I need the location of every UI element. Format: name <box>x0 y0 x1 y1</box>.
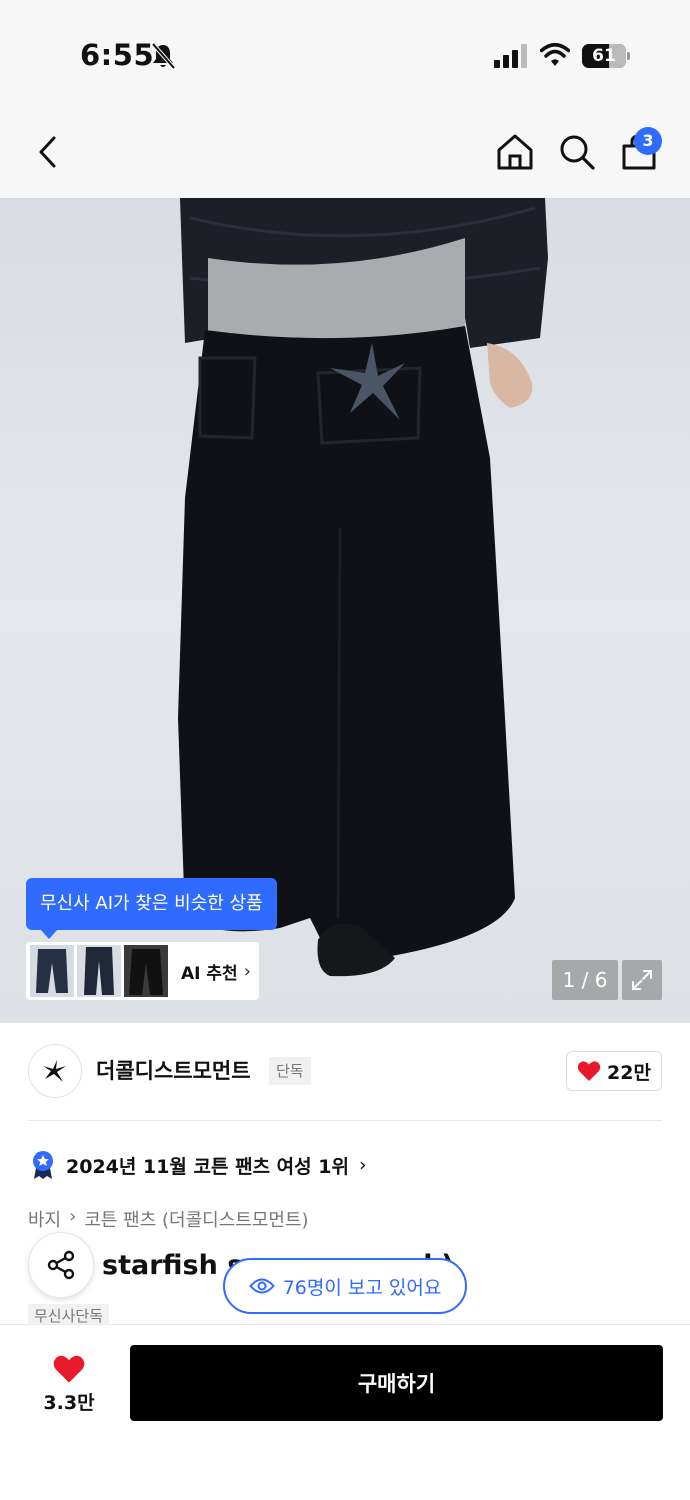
ranking-link[interactable]: 2024년 11월 코튼 팬츠 여성 1위 › <box>30 1149 367 1181</box>
battery-indicator: 61 <box>582 44 630 68</box>
heart-icon <box>577 1061 601 1081</box>
expand-icon <box>632 970 652 990</box>
similar-item-thumbnail[interactable] <box>124 945 168 997</box>
breadcrumb: 바지 › 코튼 팬츠 (더콜디스트모먼트) <box>28 1206 309 1232</box>
brand-logo[interactable] <box>28 1044 82 1098</box>
chevron-right-icon: › <box>358 1154 367 1176</box>
ai-similar-tooltip[interactable]: 무신사 AI가 찾은 비슷한 상품 <box>26 878 277 939</box>
back-button[interactable] <box>22 127 72 177</box>
brand-name[interactable]: 더콜디스트모먼트 <box>96 1055 251 1085</box>
signal-icon <box>494 44 527 68</box>
divider <box>28 1120 662 1121</box>
image-page-indicator: 1 / 6 <box>552 960 618 1000</box>
brand-like-button[interactable]: 22만 <box>566 1051 662 1091</box>
breadcrumb-subcategory[interactable]: 코튼 팬츠 (더콜디스트모먼트) <box>84 1206 308 1232</box>
wishlist-count: 3.3만 <box>43 1391 95 1414</box>
cart-count-badge: 3 <box>634 127 662 155</box>
bell-off-icon <box>151 42 176 70</box>
similar-item-thumbnail[interactable] <box>30 945 74 997</box>
chevron-left-icon <box>39 136 56 168</box>
breadcrumb-category[interactable]: 바지 <box>28 1206 61 1232</box>
chevron-right-icon: › <box>243 960 251 982</box>
ranking-text: 2024년 11월 코튼 팬츠 여성 1위 <box>66 1155 349 1178</box>
search-button[interactable] <box>552 127 602 177</box>
product-title-start: starfish s <box>102 1250 244 1281</box>
search-icon <box>560 135 595 170</box>
ai-recommend-button[interactable]: AI 추천 › <box>26 942 259 1000</box>
battery-percent: 61 <box>592 46 616 66</box>
wifi-icon <box>540 43 570 66</box>
viewers-count-text: 76명이 보고 있어요 <box>282 1276 442 1299</box>
expand-image-button[interactable] <box>622 960 662 1000</box>
starfish-logo-icon <box>43 1060 66 1082</box>
similar-item-thumbnail[interactable] <box>77 945 121 997</box>
share-button[interactable] <box>28 1232 94 1298</box>
wishlist-button[interactable]: 3.3만 <box>28 1346 110 1422</box>
ai-recommend-label: AI 추천 <box>181 963 238 984</box>
home-icon <box>497 134 533 170</box>
share-icon <box>47 1250 75 1280</box>
viewers-count-pill: 76명이 보고 있어요 <box>223 1258 467 1314</box>
status-time: 6:55 <box>80 38 155 72</box>
eye-icon <box>248 1278 275 1294</box>
home-button[interactable] <box>490 127 540 177</box>
heart-icon <box>53 1355 85 1383</box>
status-bar: 6:55 61 <box>0 0 690 105</box>
exclusive-badge: 단독 <box>269 1057 311 1085</box>
brand-like-count: 22만 <box>607 1061 651 1084</box>
chevron-right-icon: › <box>69 1206 77 1227</box>
top-nav-bar <box>0 105 690 198</box>
ranking-medal-icon <box>33 1151 53 1179</box>
buy-button[interactable]: 구매하기 <box>130 1345 663 1421</box>
